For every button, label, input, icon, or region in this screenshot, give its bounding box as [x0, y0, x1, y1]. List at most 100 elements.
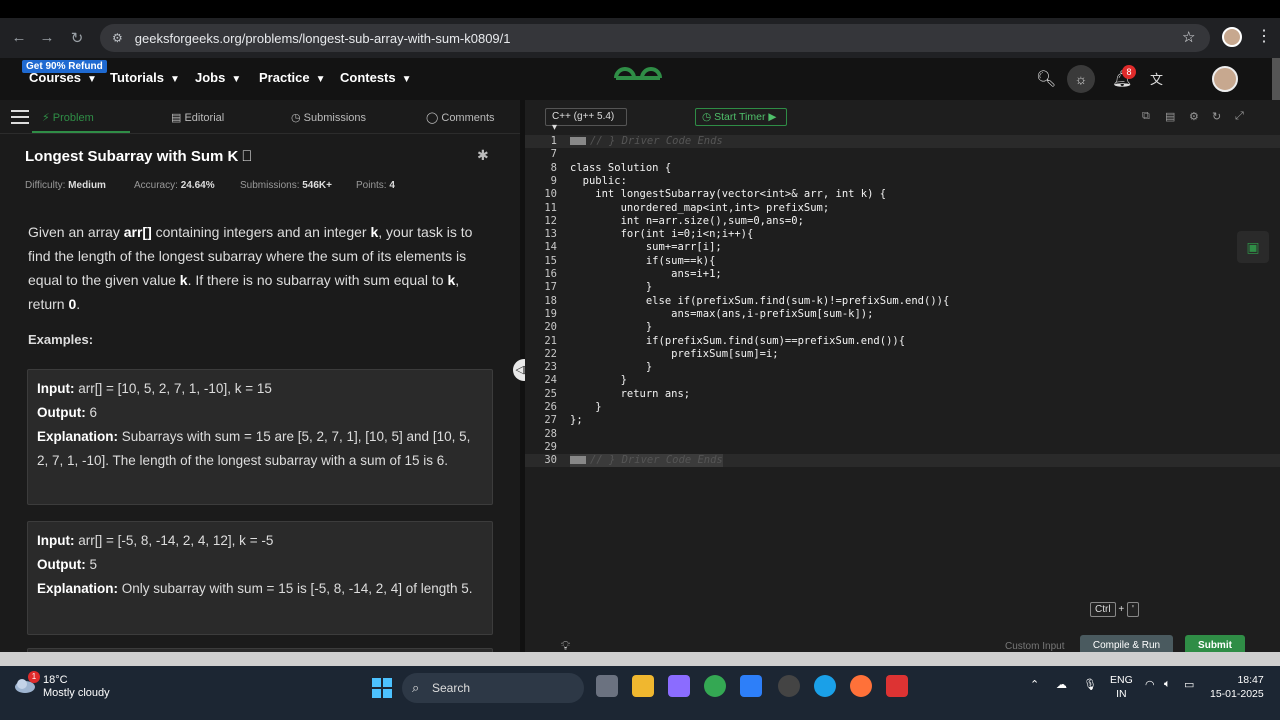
dell-icon[interactable] — [778, 675, 800, 697]
code-line[interactable]: 13 for(int i=0;i<n;i++){ — [525, 228, 1280, 241]
file-icon[interactable]: ▤ — [1165, 110, 1175, 123]
theme-toggle-icon[interactable]: ☼ — [1067, 65, 1095, 93]
code-line[interactable]: 27}; — [525, 414, 1280, 427]
code-line[interactable]: 24 } — [525, 374, 1280, 387]
weather-temp[interactable]: 18°C — [43, 674, 68, 686]
volume-icon[interactable]: 🔈︎ — [1164, 678, 1171, 691]
fold-marker-icon[interactable] — [570, 456, 586, 465]
code-text: return ans; — [570, 387, 691, 400]
fold-marker-icon[interactable] — [570, 137, 586, 145]
code-line[interactable]: 29 — [525, 441, 1280, 454]
bookmark-icon[interactable]: ⎕ — [242, 148, 251, 165]
user-avatar[interactable] — [1212, 66, 1238, 92]
code-line[interactable]: 14 sum+=arr[i]; — [525, 241, 1280, 254]
code-line[interactable]: 8 class Solution { — [525, 162, 1280, 175]
chevron-down-icon: ▼ — [87, 74, 97, 85]
code-line[interactable]: 23 } — [525, 361, 1280, 374]
code-line[interactable]: 19 ans=max(ans,i-prefixSum[sum-k]); — [525, 308, 1280, 321]
onedrive-icon[interactable]: ☁ — [1056, 678, 1067, 691]
gfg-logo-icon[interactable] — [612, 64, 664, 92]
nav-tutorials[interactable]: Tutorials ▼ — [110, 70, 180, 85]
edge-icon[interactable] — [814, 675, 836, 697]
custom-input-toggle[interactable]: Custom Input — [1005, 641, 1064, 652]
code-line[interactable]: 20 } — [525, 321, 1280, 334]
code-text: public: — [570, 174, 627, 187]
editor-pane: C++ (g++ 5.4) ▾ ◷ Start Timer ▶ ⧉ ▤ ⚙ ↻ … — [525, 100, 1280, 657]
file-explorer-icon[interactable] — [632, 675, 654, 697]
settings-icon[interactable]: ⚙ — [1189, 110, 1199, 123]
chat-icon[interactable]: ▣ — [1237, 231, 1269, 263]
editor-bottom-bar: 💡︎ Custom Input Compile & Run Submit — [525, 630, 1280, 657]
line-number: 28 — [544, 427, 557, 440]
search-icon[interactable]: 🔍︎ — [1036, 69, 1056, 89]
report-bug-icon[interactable]: ✱ — [477, 147, 489, 164]
start-timer-button[interactable]: ◷ Start Timer ▶ — [695, 108, 787, 126]
code-editor[interactable]: 1 // } Driver Code Ends 7 8 class Solution {… — [525, 132, 1280, 622]
tray-overflow-icon[interactable]: ⌃ — [1030, 678, 1039, 691]
code-line[interactable]: 21 if(prefixSum.find(sum)==prefixSum.end… — [525, 335, 1280, 348]
forward-button[interactable]: → — [32, 29, 62, 46]
windows-taskbar: 1 18°C Mostly cloudy ⌕ Search ⌃ ☁ 🎙︎ ENG… — [0, 666, 1280, 720]
page-scrollbar[interactable] — [1272, 58, 1280, 100]
bookmark-star-icon[interactable]: ☆ — [1182, 28, 1195, 46]
fullscreen-icon[interactable]: ⤢ — [1235, 110, 1244, 123]
windows-start-icon[interactable] — [372, 678, 392, 698]
code-line[interactable]: 16 ans=i+1; — [525, 268, 1280, 281]
copilot-icon[interactable] — [668, 675, 690, 697]
code-line[interactable]: 25 return ans; — [525, 388, 1280, 401]
reset-icon[interactable]: ↻ — [1212, 110, 1221, 123]
browser-menu-icon[interactable]: ⋮ — [1256, 26, 1272, 46]
code-text: } — [570, 401, 602, 413]
code-line[interactable]: 7 — [525, 148, 1280, 161]
line-number: 20 — [544, 321, 557, 334]
code-line[interactable]: 9 public: — [525, 175, 1280, 188]
code-line[interactable]: 26 } — [525, 401, 1280, 414]
code-line[interactable]: 10 int longestSubarray(vector<int>& arr,… — [525, 188, 1280, 201]
chevron-down-icon: ▼ — [169, 74, 180, 85]
code-line[interactable]: 30 // } Driver Code Ends — [525, 454, 1280, 468]
tab-problem[interactable]: ⚡︎ Problem — [42, 111, 94, 124]
copy-icon[interactable]: ⧉ — [1142, 110, 1150, 123]
tab-editorial[interactable]: ▤ Editorial — [171, 111, 224, 124]
code-line[interactable]: 11 unordered_map<int,int> prefixSum; — [525, 202, 1280, 215]
nav-courses[interactable]: Courses ▼ — [29, 70, 97, 85]
microphone-icon[interactable]: 🎙︎ — [1083, 678, 1097, 691]
code-line[interactable]: 22 prefixSum[sum]=i; — [525, 348, 1280, 361]
system-clock[interactable]: 18:47 15-01-2025 — [1210, 673, 1264, 701]
menu-icon[interactable] — [11, 110, 29, 124]
code-line[interactable]: 1 // } Driver Code Ends — [525, 135, 1280, 149]
browser-profile-avatar[interactable] — [1222, 27, 1242, 47]
reload-button[interactable]: ↻ — [62, 29, 92, 47]
weather-desc[interactable]: Mostly cloudy — [43, 687, 110, 699]
nav-practice[interactable]: Practice ▼ — [259, 70, 326, 85]
store-icon[interactable] — [740, 675, 762, 697]
task-view-icon[interactable] — [596, 675, 618, 697]
line-number: 27 — [544, 414, 557, 427]
tab-comments[interactable]: ◯ Comments — [426, 111, 495, 124]
code-line[interactable]: 15 if(sum==k){ — [525, 255, 1280, 268]
language-indicator[interactable]: ENG IN — [1110, 673, 1133, 701]
code-line[interactable]: 17 } — [525, 281, 1280, 294]
code-text: if(prefixSum.find(sum)==prefixSum.end())… — [570, 334, 906, 347]
wifi-icon[interactable]: ◠ — [1145, 678, 1155, 691]
nav-jobs[interactable]: Jobs ▼ — [195, 70, 241, 85]
code-line[interactable]: 28 — [525, 428, 1280, 441]
site-header: Get 90% Refund Courses ▼ Tutorials ▼ Jobs ▼… — [0, 58, 1280, 100]
code-text: ans=i+1; — [570, 268, 722, 280]
taskbar-search[interactable]: ⌕ Search — [402, 673, 584, 703]
address-bar[interactable]: ⚙ geeksforgeeks.org/problems/longest-sub… — [100, 24, 1210, 52]
firefox-icon[interactable] — [850, 675, 872, 697]
code-line[interactable]: 12 int n=arr.size(),sum=0,ans=0; — [525, 215, 1280, 228]
chrome-icon[interactable] — [704, 675, 726, 697]
site-info-icon[interactable]: ⚙ — [112, 31, 123, 45]
battery-icon[interactable]: ▭ — [1184, 678, 1194, 691]
nav-contests[interactable]: Contests ▼ — [340, 70, 412, 85]
back-button[interactable]: ← — [4, 29, 34, 46]
tab-submissions[interactable]: ◷ Submissions — [291, 111, 366, 124]
translate-icon[interactable]: 文 — [1150, 69, 1163, 88]
problem-description: Given an array arr[] containing integers… — [28, 224, 473, 312]
app-icon[interactable] — [886, 675, 908, 697]
code-line[interactable]: 18 else if(prefixSum.find(sum-k)!=prefix… — [525, 295, 1280, 308]
language-select[interactable]: C++ (g++ 5.4) ▾ — [545, 108, 627, 133]
line-number: 18 — [544, 294, 557, 307]
